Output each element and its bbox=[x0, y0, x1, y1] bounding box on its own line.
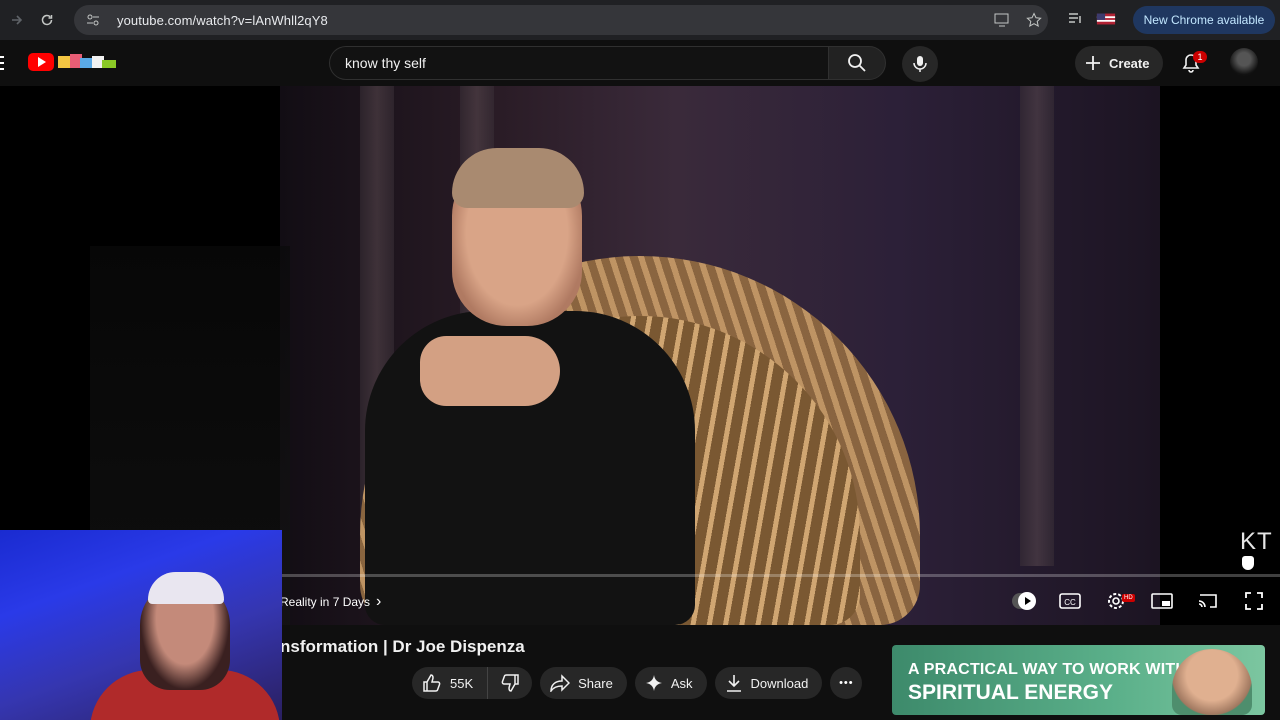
create-label: Create bbox=[1109, 55, 1150, 71]
url-text[interactable]: youtube.com/watch?v=lAnWhll2qY8 bbox=[117, 13, 328, 28]
player-controls: CC bbox=[1012, 589, 1266, 613]
more-icon: ••• bbox=[839, 677, 854, 689]
notification-count-badge: 1 bbox=[1193, 51, 1207, 63]
chevron-right-icon: › bbox=[376, 593, 382, 610]
webcam-overlay bbox=[0, 530, 282, 720]
action-bar: 55K Share Ask Download ••• bbox=[412, 667, 863, 699]
search-button[interactable] bbox=[828, 46, 886, 80]
ask-button[interactable]: Ask bbox=[634, 667, 707, 699]
create-button[interactable]: Create bbox=[1075, 46, 1163, 80]
sparkle-icon bbox=[645, 675, 662, 691]
dislike-button[interactable] bbox=[488, 667, 532, 699]
account-avatar[interactable] bbox=[1230, 48, 1258, 76]
cast-button[interactable] bbox=[1196, 589, 1220, 613]
reload-button[interactable] bbox=[32, 5, 62, 35]
ad-portrait bbox=[1172, 649, 1252, 715]
share-button[interactable]: Share bbox=[540, 667, 627, 699]
channel-watermark[interactable]: KT bbox=[1240, 528, 1273, 556]
chrome-update-button[interactable]: New Chrome available bbox=[1133, 6, 1275, 34]
ask-label: Ask bbox=[670, 675, 693, 691]
ad-banner[interactable]: A PRACTICAL WAY TO WORK WITH SPIRITUAL E… bbox=[892, 645, 1265, 715]
like-button[interactable]: 55K bbox=[412, 667, 489, 699]
chapter-label: Reality in 7 Days bbox=[280, 595, 371, 609]
svg-text:CC: CC bbox=[1064, 598, 1076, 607]
bookmark-star-icon[interactable] bbox=[1024, 10, 1044, 30]
share-label: Share bbox=[578, 675, 613, 691]
hd-badge: HD bbox=[1122, 594, 1135, 602]
search-query-text[interactable]: know thy self bbox=[345, 55, 426, 71]
captions-button[interactable]: CC bbox=[1058, 589, 1082, 613]
youtube-logo[interactable] bbox=[28, 53, 54, 71]
mouse-cursor-icon bbox=[1242, 556, 1254, 570]
cast-icon bbox=[1198, 594, 1217, 608]
media-controls-icon[interactable] bbox=[1066, 9, 1086, 29]
progress-bar[interactable] bbox=[282, 574, 1280, 577]
like-dislike-group: 55K bbox=[412, 667, 533, 699]
forward-button[interactable] bbox=[2, 5, 32, 35]
chapter-button[interactable]: Reality in 7 Days › bbox=[280, 593, 381, 611]
doodle-logo-icon[interactable] bbox=[56, 50, 118, 74]
more-actions-button[interactable]: ••• bbox=[830, 667, 863, 699]
site-info-icon[interactable] bbox=[84, 11, 102, 29]
browser-toolbar: youtube.com/watch?v=lAnWhll2qY8 New Chro… bbox=[0, 0, 1280, 40]
download-icon bbox=[726, 675, 741, 692]
address-bar[interactable]: youtube.com/watch?v=lAnWhll2qY8 bbox=[74, 5, 1048, 35]
microphone-icon bbox=[913, 56, 927, 72]
download-label: Download bbox=[750, 675, 809, 691]
share-icon bbox=[550, 674, 571, 692]
miniplayer-icon bbox=[1151, 593, 1173, 609]
plus-icon bbox=[1086, 56, 1100, 70]
thumbs-down-icon bbox=[501, 674, 519, 692]
install-app-icon[interactable] bbox=[992, 10, 1012, 30]
autoplay-toggle[interactable] bbox=[1012, 589, 1036, 613]
fullscreen-button[interactable] bbox=[1242, 589, 1266, 613]
download-button[interactable]: Download bbox=[714, 667, 823, 699]
fullscreen-icon bbox=[1245, 592, 1263, 610]
captions-icon: CC bbox=[1059, 593, 1081, 609]
youtube-header: know thy self Create 1 bbox=[0, 40, 1280, 86]
search-input[interactable]: know thy self bbox=[329, 46, 828, 80]
miniplayer-button[interactable] bbox=[1150, 589, 1174, 613]
thumbs-up-icon bbox=[423, 674, 441, 692]
menu-icon[interactable] bbox=[0, 56, 6, 70]
search-icon bbox=[848, 54, 866, 72]
video-title: nsformation | Dr Joe Dispenza bbox=[280, 637, 525, 656]
voice-search-button[interactable] bbox=[902, 46, 938, 82]
like-count: 55K bbox=[450, 675, 474, 691]
profile-avatar-icon[interactable] bbox=[1096, 9, 1116, 29]
ad-headline: A PRACTICAL WAY TO WORK WITH bbox=[908, 661, 1188, 678]
ad-subheadline: SPIRITUAL ENERGY bbox=[908, 681, 1113, 704]
